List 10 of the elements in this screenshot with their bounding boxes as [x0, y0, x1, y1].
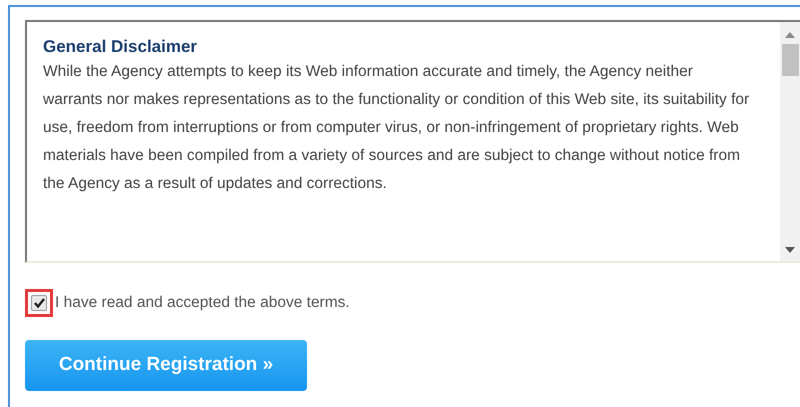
disclaimer-title: General Disclaimer — [43, 36, 198, 58]
accept-label: I have read and accepted the above terms. — [55, 293, 350, 314]
accept-checkbox[interactable] — [31, 295, 47, 311]
scroll-down-icon[interactable] — [785, 247, 795, 253]
checkmark-icon — [34, 298, 44, 308]
disclaimer-text: While the Agency attempts to keep its Web information accurate and timely, the Agency neither warrants nor makes representations as to the functionality or condition of this Web site, its suitability for use, freedom from interruptions or from computer virus, or non-infringement of proprietary rights. Web materials have been compiled from a variety of sources and are subject to change without notice from the Agency as a result of updates and corrections. — [43, 62, 750, 194]
scrollbar[interactable] — [780, 22, 800, 261]
continue-registration-button[interactable]: Continue Registration » — [25, 340, 307, 391]
scroll-up-icon[interactable] — [785, 32, 795, 38]
scrollbar-thumb[interactable] — [782, 44, 798, 76]
